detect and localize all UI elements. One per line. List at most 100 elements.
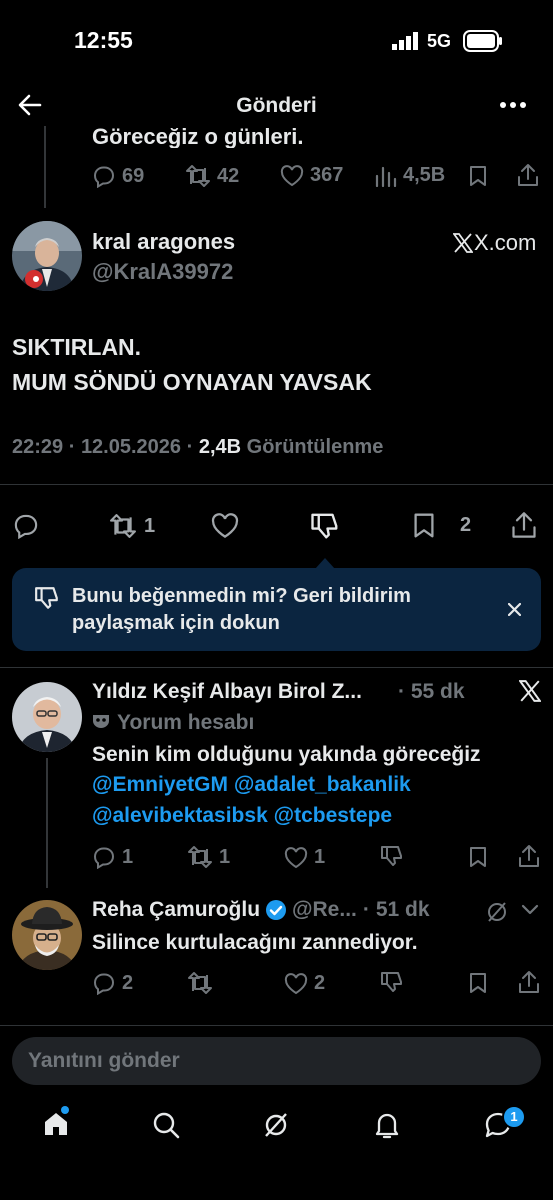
thumbs-down-icon — [34, 585, 60, 611]
reply-icon — [93, 166, 115, 188]
main-reply-button[interactable] — [12, 512, 40, 539]
grok-icon — [265, 1113, 287, 1137]
reply-icon — [14, 514, 38, 539]
prev-like-button[interactable]: 367 — [280, 164, 343, 187]
signal-icon — [392, 32, 420, 50]
x-logo-icon[interactable] — [519, 680, 541, 702]
prev-like-count: 367 — [310, 164, 344, 186]
reply1-time-row: · 55 dk — [398, 680, 465, 703]
prev-views-count: 4,5B — [403, 164, 446, 186]
prev-reply-count: 69 — [122, 164, 145, 187]
reply2-avatar[interactable] — [12, 900, 82, 970]
reply2-handle[interactable]: @Re... — [292, 898, 357, 922]
mention-link[interactable]: @tcbestepe — [274, 804, 393, 827]
heart-icon — [284, 846, 308, 868]
main-dislike-button[interactable] — [310, 511, 340, 541]
more-icon[interactable] — [500, 102, 526, 108]
home-icon — [45, 1113, 67, 1135]
prev-share-icon[interactable] — [517, 163, 539, 187]
reply1-reply-count: 1 — [122, 845, 134, 868]
main-tweet-name[interactable]: kral aragones — [92, 229, 235, 255]
prev-retweet-count: 42 — [217, 164, 240, 187]
reply1-reply-button[interactable]: 1 — [92, 845, 133, 869]
mention-link[interactable]: @EmniyetGM — [92, 773, 228, 796]
reply1-share-icon[interactable] — [518, 844, 540, 868]
reply-icon — [93, 847, 115, 869]
reply2-retweet-button[interactable] — [187, 971, 213, 995]
main-tweet-avatar[interactable] — [12, 221, 82, 291]
reply2-header: Reha Çamuroğlu @Re... · 51 dk — [92, 898, 430, 922]
tab-notifications[interactable] — [373, 1110, 401, 1140]
reply2-bookmark-icon[interactable] — [468, 972, 488, 994]
feedback-banner-line1: Bunu beğenmedin mi? Geri bildirim — [72, 585, 411, 607]
main-share-button[interactable] — [511, 511, 537, 539]
verified-badge-icon — [266, 900, 287, 920]
bookmark-icon — [414, 513, 434, 538]
tab-search[interactable] — [152, 1111, 180, 1139]
main-like-button[interactable] — [210, 513, 240, 539]
mention-link[interactable]: @alevibektasibsk — [92, 804, 268, 827]
prev-bookmark-icon[interactable] — [468, 165, 488, 187]
reply1-like-button[interactable]: 1 — [284, 846, 325, 869]
prev-views[interactable]: 4,5B — [375, 164, 445, 187]
retweet-icon — [186, 165, 210, 187]
chevron-down-icon[interactable] — [521, 904, 539, 916]
reply1-retweet-button[interactable]: 1 — [187, 845, 230, 869]
reply-icon — [93, 973, 115, 995]
mention-link[interactable]: @adalet_bakanlik — [234, 773, 411, 796]
reply1-avatar[interactable] — [12, 682, 82, 752]
reply2-reply-count: 2 — [122, 971, 134, 994]
share-icon — [512, 512, 536, 538]
views-icon — [375, 166, 397, 187]
main-bookmark-button[interactable]: 2 — [412, 512, 471, 539]
reply1-dislike-button[interactable] — [380, 844, 404, 868]
divider — [0, 667, 553, 668]
heart-icon — [280, 164, 304, 186]
reply2-name[interactable]: Reha Çamuroğlu — [92, 898, 260, 922]
divider — [0, 484, 553, 485]
main-retweet-button[interactable]: 1 — [108, 513, 155, 539]
prev-retweet-button[interactable]: 42 — [185, 164, 239, 188]
reply2-like-count: 2 — [314, 972, 326, 994]
source-logo: X.com — [453, 230, 536, 256]
reply1-text: Senin kim olduğunu yakında göreceğiz — [92, 743, 481, 766]
reply1-bookmark-icon[interactable] — [468, 846, 488, 868]
reply2-reply-button[interactable]: 2 — [92, 971, 133, 995]
mask-icon — [92, 712, 110, 730]
reply2-like-button[interactable]: 2 — [284, 972, 325, 995]
tab-grok[interactable] — [262, 1111, 290, 1139]
reply1-badge: Yorum hesabı — [117, 711, 255, 734]
main-tweet-handle[interactable]: @KralA39972 — [92, 259, 233, 285]
messages-badge-count: 1 — [510, 1109, 518, 1124]
grok-icon[interactable] — [485, 900, 509, 924]
reply1-name[interactable]: Yıldız Keşif Albayı Birol Z... — [92, 680, 362, 704]
feedback-banner-line2: paylaşmak için dokun — [72, 612, 280, 634]
heart-icon — [284, 972, 308, 994]
main-retweet-count: 1 — [144, 514, 156, 537]
notification-dot — [61, 1106, 69, 1114]
main-tweet-text-line2: MUM SÖNDÜ OYNAYAN YAVSAK — [12, 369, 372, 395]
close-icon[interactable] — [508, 603, 521, 616]
reply2-share-icon[interactable] — [518, 970, 540, 994]
main-tweet-date: 12.05.2026 — [80, 436, 182, 458]
reply2-dislike-button[interactable] — [380, 970, 404, 994]
battery-icon — [463, 30, 503, 52]
tab-home[interactable] — [42, 1106, 70, 1138]
reply2-time: 51 dk — [375, 898, 430, 921]
source-logo-text: X.com — [474, 230, 537, 255]
reply-composer[interactable]: Yanıtını gönder — [12, 1037, 541, 1085]
tab-messages[interactable]: 1 — [484, 1105, 526, 1139]
reply1-mentions-line2: @alevibektasibsk @tcbestepe — [92, 804, 392, 828]
page-title: Gönderi — [236, 94, 317, 117]
thumbs-down-icon — [311, 513, 338, 539]
prev-reply-button[interactable]: 69 — [92, 164, 144, 188]
reply2-text: Silince kurtulacağını zannediyor. — [92, 931, 418, 954]
retweet-icon — [188, 846, 212, 868]
reply1-like-count: 1 — [314, 846, 326, 868]
reply1-retweet-count: 1 — [219, 845, 231, 868]
thumbs-down-icon — [381, 846, 402, 866]
feedback-banner[interactable]: Bunu beğenmedin mi? Geri bildirim paylaş… — [12, 568, 541, 651]
main-tweet-meta: 22:29 · 12.05.2026 · 2,4B Görüntülenme — [12, 436, 384, 458]
retweet-icon — [188, 972, 212, 994]
network-label: 5G — [427, 31, 452, 51]
